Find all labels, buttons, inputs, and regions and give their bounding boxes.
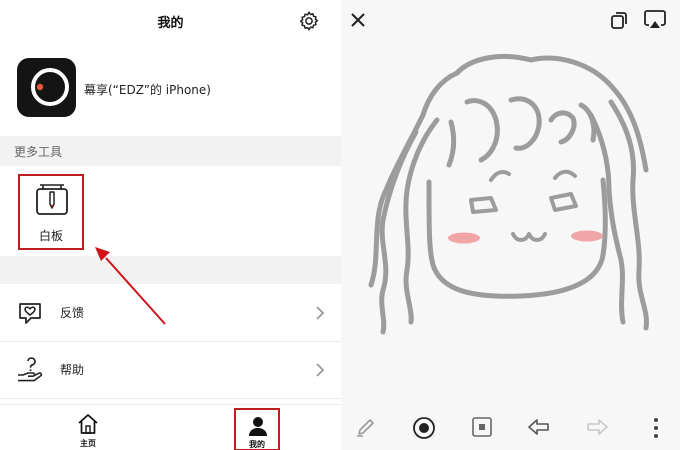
- chevron-right-icon: [316, 306, 325, 320]
- menu-item-feedback[interactable]: 反馈: [0, 285, 341, 341]
- whiteboard-icon: [36, 184, 68, 215]
- copy-icon[interactable]: [609, 10, 629, 30]
- screenshot: 我的 幕享(“EDZ”的 iPhone) 更多工具 白板 反馈 帮助 主页 我的: [0, 0, 680, 450]
- drawing-canvas[interactable]: [341, 40, 680, 398]
- more-icon[interactable]: [649, 416, 663, 440]
- tab-profile[interactable]: 我的: [234, 408, 280, 450]
- redo-icon[interactable]: [585, 417, 609, 437]
- undo-icon[interactable]: [527, 417, 551, 437]
- section-label: 更多工具: [14, 145, 63, 159]
- profile-icon: [249, 417, 267, 436]
- device-name: 幕享(“EDZ”的 iPhone): [84, 83, 211, 97]
- help-icon: [18, 357, 43, 382]
- chevron-right-icon: [316, 363, 325, 377]
- divider: [0, 398, 341, 399]
- pen-icon[interactable]: [355, 416, 377, 438]
- section-spacer: [0, 256, 341, 284]
- record-icon[interactable]: [412, 416, 436, 440]
- whiteboard-screen: [341, 0, 680, 450]
- menu-item-label: 帮助: [60, 363, 85, 377]
- app-logo-icon: [31, 68, 69, 106]
- device-card[interactable]: 幕享(“EDZ”的 iPhone): [0, 46, 341, 134]
- home-icon: [78, 414, 98, 434]
- feedback-icon: [19, 303, 41, 324]
- tab-bar: 主页 我的: [0, 404, 341, 450]
- top-bar: 我的: [0, 0, 341, 42]
- app-logo: [17, 58, 76, 117]
- page-title: 我的: [157, 16, 184, 31]
- whiteboard-tool-button[interactable]: 白板: [18, 174, 84, 250]
- tab-home[interactable]: 主页: [66, 405, 110, 450]
- cast-icon[interactable]: [643, 9, 667, 31]
- menu-item-help[interactable]: 帮助: [0, 342, 341, 398]
- stop-icon[interactable]: [471, 416, 493, 438]
- tab-label: 我的: [249, 440, 265, 449]
- gear-icon[interactable]: [298, 10, 320, 32]
- close-icon[interactable]: [349, 11, 367, 29]
- profile-screen: 我的 幕享(“EDZ”的 iPhone) 更多工具 白板 反馈 帮助 主页 我的: [0, 0, 341, 450]
- whiteboard-toolbar: [341, 404, 680, 450]
- menu-item-label: 反馈: [60, 306, 85, 320]
- tab-label: 主页: [80, 439, 96, 448]
- whiteboard-top-bar: [341, 0, 680, 40]
- whiteboard-label: 白板: [38, 229, 63, 243]
